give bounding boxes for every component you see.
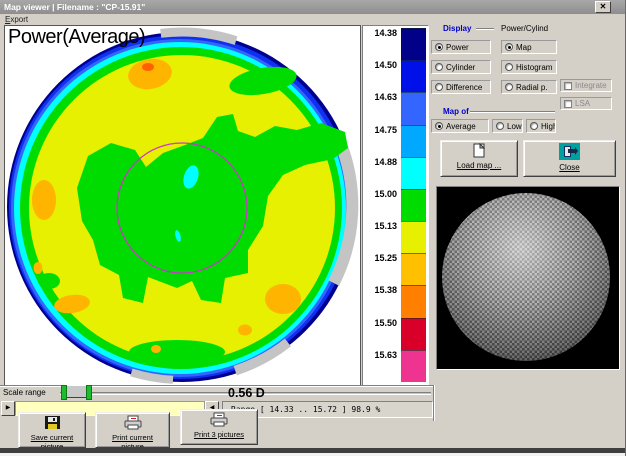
radio-histogram-dot [505, 63, 513, 71]
colorbar-band [401, 285, 426, 317]
radio-cylinder-dot [435, 63, 443, 71]
colorbar-tick-label: 15.13 [363, 221, 397, 231]
camera-image-panel [436, 186, 620, 370]
map-title: Power(Average) [8, 26, 145, 49]
radio-power[interactable]: Power [431, 40, 491, 54]
colorbar-band [401, 157, 426, 189]
colorbar-tick-label: 14.88 [363, 157, 397, 167]
radio-high[interactable]: High [526, 119, 556, 133]
close-button[interactable]: Close [523, 140, 616, 177]
window-title: Map viewer | Filename : "CP-15.91" [4, 2, 145, 12]
hotspot-right [265, 284, 301, 314]
colorbar-tick-label: 15.00 [363, 189, 397, 199]
color-scale: 14.38 14.50 14.63 14.75 14.88 15.00 15.13 15.25… [362, 25, 429, 386]
hotspot-left-small [34, 262, 43, 274]
colorbar-tick-label: 14.75 [363, 125, 397, 135]
radio-map[interactable]: Map [501, 40, 557, 54]
checkbox-lsa-box [564, 100, 572, 108]
colorbar-tick-label: 14.63 [363, 92, 397, 102]
radio-difference[interactable]: Difference [431, 80, 491, 94]
map-of-group-label: Map of [443, 107, 469, 116]
checkbox-lsa[interactable]: LSA [560, 97, 612, 110]
colorbar-tick-label: 15.63 [363, 350, 397, 360]
colorbar-band [401, 221, 426, 253]
exit-icon [524, 143, 615, 162]
close-window-button[interactable]: ✕ [595, 1, 611, 13]
scroll-left-icon: ▶ [6, 405, 11, 411]
checkbox-integrate[interactable]: Integrate [560, 79, 612, 92]
colorbar-band [401, 318, 426, 350]
print-3-pictures-button[interactable]: Print 3 pictures [180, 409, 258, 445]
radio-average[interactable]: Average [431, 119, 489, 133]
hotspot-bottom-small [238, 325, 252, 336]
title-bar: Map viewer | Filename : "CP-15.91" [0, 0, 626, 14]
colorbar-tick-label: 15.25 [363, 253, 397, 263]
checkbox-integrate-box [564, 82, 572, 90]
radio-cylinder[interactable]: Cylinder [431, 60, 491, 74]
colorbar-band [401, 350, 426, 382]
scale-range-label: Scale range [3, 388, 46, 397]
colorbar-band [401, 60, 426, 92]
rim-bulge-bottom [129, 340, 225, 364]
panel-divider [433, 385, 435, 421]
radio-map-dot [505, 43, 513, 51]
radio-low-dot [496, 122, 504, 130]
document-icon [441, 143, 517, 160]
save-icon [19, 415, 85, 432]
radio-average-dot [435, 122, 443, 130]
power-map-panel: Power(Average) [4, 25, 361, 386]
printer-icon [181, 412, 257, 429]
radio-radial-plot-dot [505, 83, 513, 91]
hotspot-core [142, 63, 154, 71]
scroll-left-button[interactable]: ▶ [1, 401, 15, 416]
colorbar-band [401, 28, 426, 60]
colorbar-band [401, 253, 426, 285]
power-cylind-group-label: Power/Cylind [501, 24, 548, 33]
radio-difference-dot [435, 83, 443, 91]
save-current-picture-button[interactable]: Save current picture [18, 412, 86, 448]
display-group-label: Display [443, 24, 471, 33]
print-current-picture-button[interactable]: Print current picture [95, 412, 170, 448]
map-of-group-line [470, 111, 555, 113]
colorbar-band [401, 92, 426, 124]
hotspot-left [32, 180, 56, 220]
menu-export[interactable]: Export [5, 15, 28, 24]
printer-icon [96, 415, 169, 432]
rim-bulge-left [38, 273, 60, 289]
radio-power-dot [435, 43, 443, 51]
display-group-line [476, 28, 494, 30]
radio-high-dot [530, 122, 538, 130]
map-viewer-window: Map viewer | Filename : "CP-15.91" ✕ Exp… [0, 0, 626, 456]
lens-camera-image [442, 193, 610, 361]
colorbar-band [401, 189, 426, 221]
hotspot-bottom-tiny [151, 345, 161, 353]
colorbar-tick-label: 15.38 [363, 285, 397, 295]
colorbar-tick-label: 14.38 [363, 28, 397, 38]
radio-radial-plot[interactable]: Radial p. [501, 80, 557, 94]
close-icon: ✕ [600, 2, 607, 11]
colorbar-band [401, 125, 426, 157]
load-map-button[interactable]: Load map ... [440, 140, 518, 177]
power-map [5, 26, 360, 385]
colorbar-tick-label: 15.50 [363, 318, 397, 328]
colorbar-tick-label: 14.50 [363, 60, 397, 70]
radio-histogram[interactable]: Histogram [501, 60, 557, 74]
scale-range-thumb[interactable] [65, 385, 88, 398]
radio-low[interactable]: Low [492, 119, 523, 133]
scale-range-value: 0.56 D [228, 386, 265, 400]
